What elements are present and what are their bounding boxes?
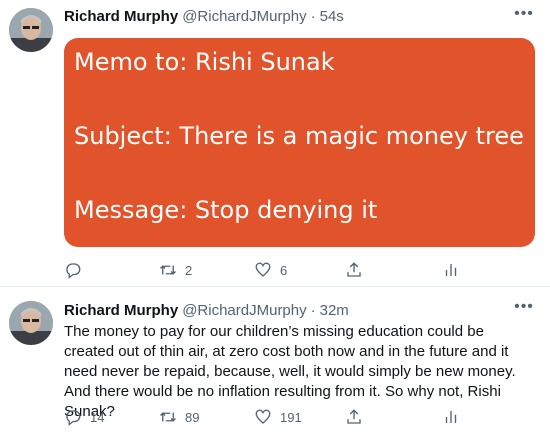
share-icon	[347, 409, 361, 424]
share-button[interactable]	[345, 407, 363, 427]
share-button[interactable]	[345, 260, 363, 280]
retweet-button[interactable]: 89	[159, 407, 199, 427]
heart-icon	[255, 409, 271, 424]
timestamp[interactable]: 54s	[320, 8, 344, 25]
analytics-button[interactable]	[442, 407, 460, 427]
reply-button[interactable]: 14	[64, 407, 104, 427]
retweet-icon	[160, 265, 176, 275]
reply-icon	[66, 263, 81, 279]
tweet-header: Richard Murphy @RichardJMurphy · 32m	[64, 301, 349, 321]
share-icon	[347, 262, 361, 277]
action-bar: 2 6	[64, 260, 464, 280]
avatar[interactable]	[9, 301, 53, 345]
image-text-line: Message: Stop denying it	[74, 196, 378, 224]
like-button[interactable]: 191	[254, 407, 302, 427]
analytics-button[interactable]	[442, 260, 460, 280]
action-bar: 14 89 191	[64, 407, 464, 427]
heart-icon	[255, 262, 271, 277]
retweet-icon	[160, 412, 176, 422]
author-handle[interactable]: @RichardJMurphy	[182, 8, 306, 25]
separator: ·	[310, 8, 316, 25]
reply-button[interactable]	[64, 260, 90, 280]
like-button[interactable]: 6	[254, 260, 287, 280]
tweet-image[interactable]: Memo to: Rishi Sunak Subject: There is a…	[64, 38, 535, 247]
avatar[interactable]	[9, 8, 53, 52]
author-name[interactable]: Richard Murphy	[64, 8, 178, 25]
analytics-icon	[445, 411, 457, 423]
tweet[interactable]: Richard Murphy @RichardJMurphy · 54s ••• Me…	[0, 0, 550, 287]
reply-count: 14	[90, 409, 105, 425]
retweet-count: 89	[185, 409, 200, 425]
retweet-count: 2	[185, 262, 193, 278]
more-icon[interactable]: •••	[514, 6, 534, 28]
tweet[interactable]: Richard Murphy @RichardJMurphy · 32m ••• Th…	[0, 288, 550, 438]
like-count: 191	[280, 409, 302, 425]
image-text-line: Subject: There is a magic money tree	[74, 122, 524, 150]
like-count: 6	[280, 262, 288, 278]
separator: ·	[310, 302, 316, 319]
author-name[interactable]: Richard Murphy	[64, 302, 178, 319]
analytics-icon	[445, 264, 457, 276]
retweet-button[interactable]: 2	[159, 260, 192, 280]
author-handle[interactable]: @RichardJMurphy	[182, 302, 306, 319]
reply-icon	[66, 410, 81, 426]
tweet-header: Richard Murphy @RichardJMurphy · 54s	[64, 7, 344, 27]
timestamp[interactable]: 32m	[320, 302, 349, 319]
more-icon[interactable]: •••	[514, 299, 534, 321]
image-text-line: Memo to: Rishi Sunak	[74, 48, 335, 76]
